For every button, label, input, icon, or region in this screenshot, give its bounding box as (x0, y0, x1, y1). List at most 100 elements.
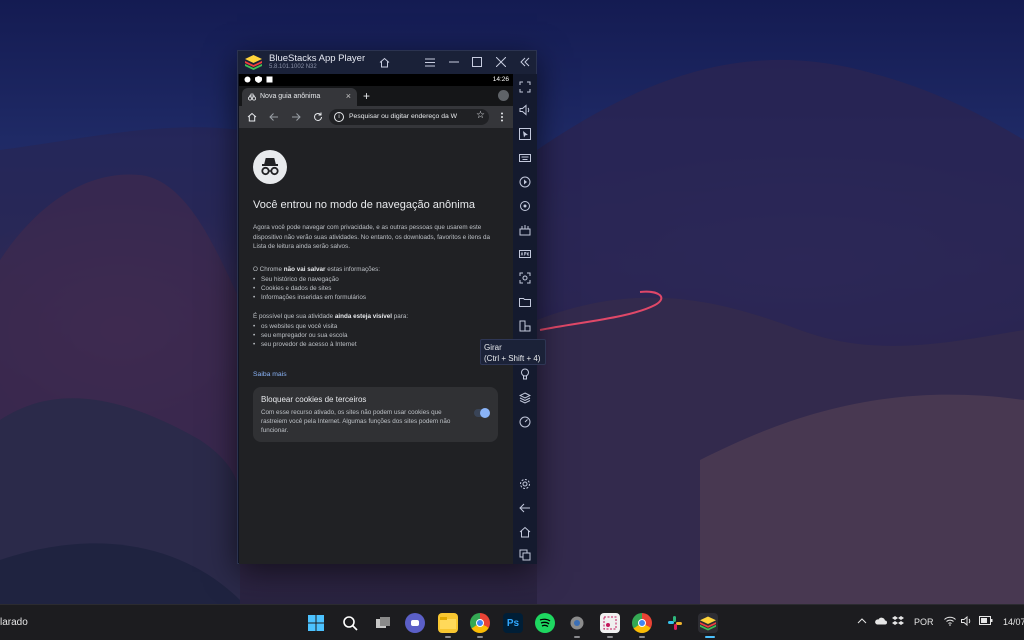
home-icon[interactable] (377, 55, 391, 69)
menu-icon[interactable] (423, 55, 437, 69)
list-item: Seu histórico de navegação (253, 275, 498, 284)
clock-date[interactable]: 14/07 (1003, 617, 1024, 627)
teams-chat-icon[interactable] (405, 613, 425, 633)
file-explorer-icon[interactable] (438, 613, 458, 633)
location-icon[interactable] (518, 199, 532, 213)
dropbox-icon[interactable] (892, 616, 904, 628)
folder-icon[interactable] (518, 295, 532, 309)
macro-icon[interactable] (518, 175, 532, 189)
tab-incognito[interactable]: Nova guia anônima × (242, 88, 357, 106)
incognito-icon (253, 150, 287, 184)
windows-start-icon[interactable] (306, 613, 326, 633)
tab-label: Nova guia anônima (260, 93, 321, 100)
weather-widget-text[interactable]: larado (0, 617, 28, 628)
bluestacks-taskbar-icon[interactable] (698, 613, 718, 633)
chrome-profile-icon[interactable] (632, 613, 652, 633)
address-bar[interactable]: i Pesquisar ou digitar endereço da W ☆ (329, 109, 489, 125)
android-home-icon[interactable] (518, 525, 532, 539)
bluestacks-window: BlueStacks App Player 5.8.101.1002 N32 1… (237, 50, 537, 564)
block-cookies-toggle[interactable] (474, 408, 490, 418)
new-tab-button[interactable]: + (363, 89, 370, 103)
rotate-icon[interactable] (518, 319, 532, 333)
chevron-up-icon[interactable] (856, 616, 868, 628)
cookie-card-description: Com esse recurso ativado, os sites não p… (261, 409, 451, 435)
bluestacks-logo-icon (245, 55, 262, 70)
info-icon[interactable]: i (334, 112, 344, 122)
close-icon[interactable] (494, 55, 508, 69)
tab-strip: Nova guia anônima × + (239, 86, 513, 106)
browser-toolbar: i Pesquisar ou digitar endereço da W ☆ (239, 106, 513, 128)
back-arrow-icon[interactable] (267, 110, 281, 124)
back-arrow-icon[interactable] (518, 501, 532, 515)
toggle-knob (480, 408, 490, 418)
search-icon[interactable] (340, 613, 360, 633)
cookie-block-card: Bloquear cookies de terceiros Com esse r… (253, 387, 498, 442)
tooltip-shortcut: (Ctrl + Shift + 4) (484, 353, 541, 363)
list-item: Cookies e dados de sites (253, 284, 498, 293)
language-indicator[interactable]: POR (914, 617, 934, 627)
apk-install-icon[interactable] (518, 247, 532, 261)
notification-icon (244, 76, 251, 83)
bluestacks-titlebar: BlueStacks App Player 5.8.101.1002 N32 (238, 51, 536, 74)
reload-icon[interactable] (311, 110, 325, 124)
wont-save-heading: O Chrome não vai salvar estas informaçõe… (253, 266, 381, 273)
maximize-icon[interactable] (470, 55, 484, 69)
wifi-icon[interactable] (944, 616, 956, 628)
volume-icon[interactable] (518, 103, 532, 117)
incognito-tab-icon (248, 93, 256, 101)
spotify-icon[interactable] (535, 613, 555, 633)
list-item: os websites que você visita (253, 322, 498, 331)
app-version: 5.8.101.1002 N32 (269, 64, 317, 70)
incognito-page: Você entrou no modo de navegação anônima… (239, 128, 513, 564)
battery-icon[interactable] (979, 616, 993, 628)
bookmark-star-icon[interactable]: ☆ (476, 110, 485, 121)
learn-more-link[interactable]: Saiba mais (253, 371, 287, 378)
tooltip-title: Girar (484, 343, 502, 352)
settings-gear-icon[interactable] (518, 477, 532, 491)
wont-save-list: Seu histórico de navegação Cookies e dad… (253, 275, 498, 302)
speaker-icon[interactable] (961, 615, 973, 628)
forward-arrow-icon[interactable] (289, 110, 303, 124)
multi-instance-icon[interactable] (518, 223, 532, 237)
visible-list: os websites que você visita seu empregad… (253, 322, 498, 349)
android-screen: 14:26 Nova guia anônima × + i Pesquisar … (239, 74, 513, 564)
settings-gear-icon[interactable] (567, 613, 587, 633)
chrome-icon[interactable] (470, 613, 490, 633)
layers-icon[interactable] (518, 391, 532, 405)
more-options-icon[interactable] (495, 110, 509, 124)
status-time: 14:26 (492, 76, 509, 83)
collapse-sidebar-icon[interactable] (518, 55, 532, 69)
slack-icon[interactable] (665, 613, 685, 633)
incognito-profile-icon[interactable] (498, 90, 509, 101)
eco-mode-icon[interactable] (518, 367, 532, 381)
address-placeholder: Pesquisar ou digitar endereço da W (349, 113, 458, 120)
android-statusbar: 14:26 (239, 74, 513, 86)
shield-icon (255, 76, 262, 83)
onedrive-cloud-icon[interactable] (874, 616, 887, 628)
keyboard-icon[interactable] (518, 151, 532, 165)
list-item: seu provedor de acesso à Internet (253, 340, 498, 349)
visible-heading: É possível que sua atividade ainda estej… (253, 313, 409, 320)
active-indicator (574, 636, 580, 638)
task-view-icon[interactable] (373, 613, 393, 633)
recent-apps-icon[interactable] (518, 548, 532, 562)
screenshot-icon[interactable] (518, 271, 532, 285)
active-indicator (477, 636, 483, 638)
rotate-tooltip: Girar (Ctrl + Shift + 4) (480, 339, 546, 365)
app-title: BlueStacks App Player (269, 53, 366, 64)
tab-close-icon[interactable]: × (346, 91, 351, 101)
active-indicator (639, 636, 645, 638)
photoshop-icon[interactable]: Ps (503, 613, 523, 633)
cookie-card-title: Bloquear cookies de terceiros (261, 395, 367, 404)
home-icon[interactable] (245, 110, 259, 124)
speed-icon[interactable] (518, 415, 532, 429)
minimize-icon[interactable] (447, 55, 461, 69)
pointer-icon[interactable] (518, 127, 532, 141)
list-item: Informações inseridas em formulários (253, 293, 498, 302)
bluestacks-sidebar (513, 74, 537, 564)
fullscreen-icon[interactable] (518, 80, 532, 94)
active-indicator (705, 636, 715, 638)
snipping-tool-icon[interactable] (600, 613, 620, 633)
active-indicator (607, 636, 613, 638)
sd-card-icon (266, 76, 273, 83)
